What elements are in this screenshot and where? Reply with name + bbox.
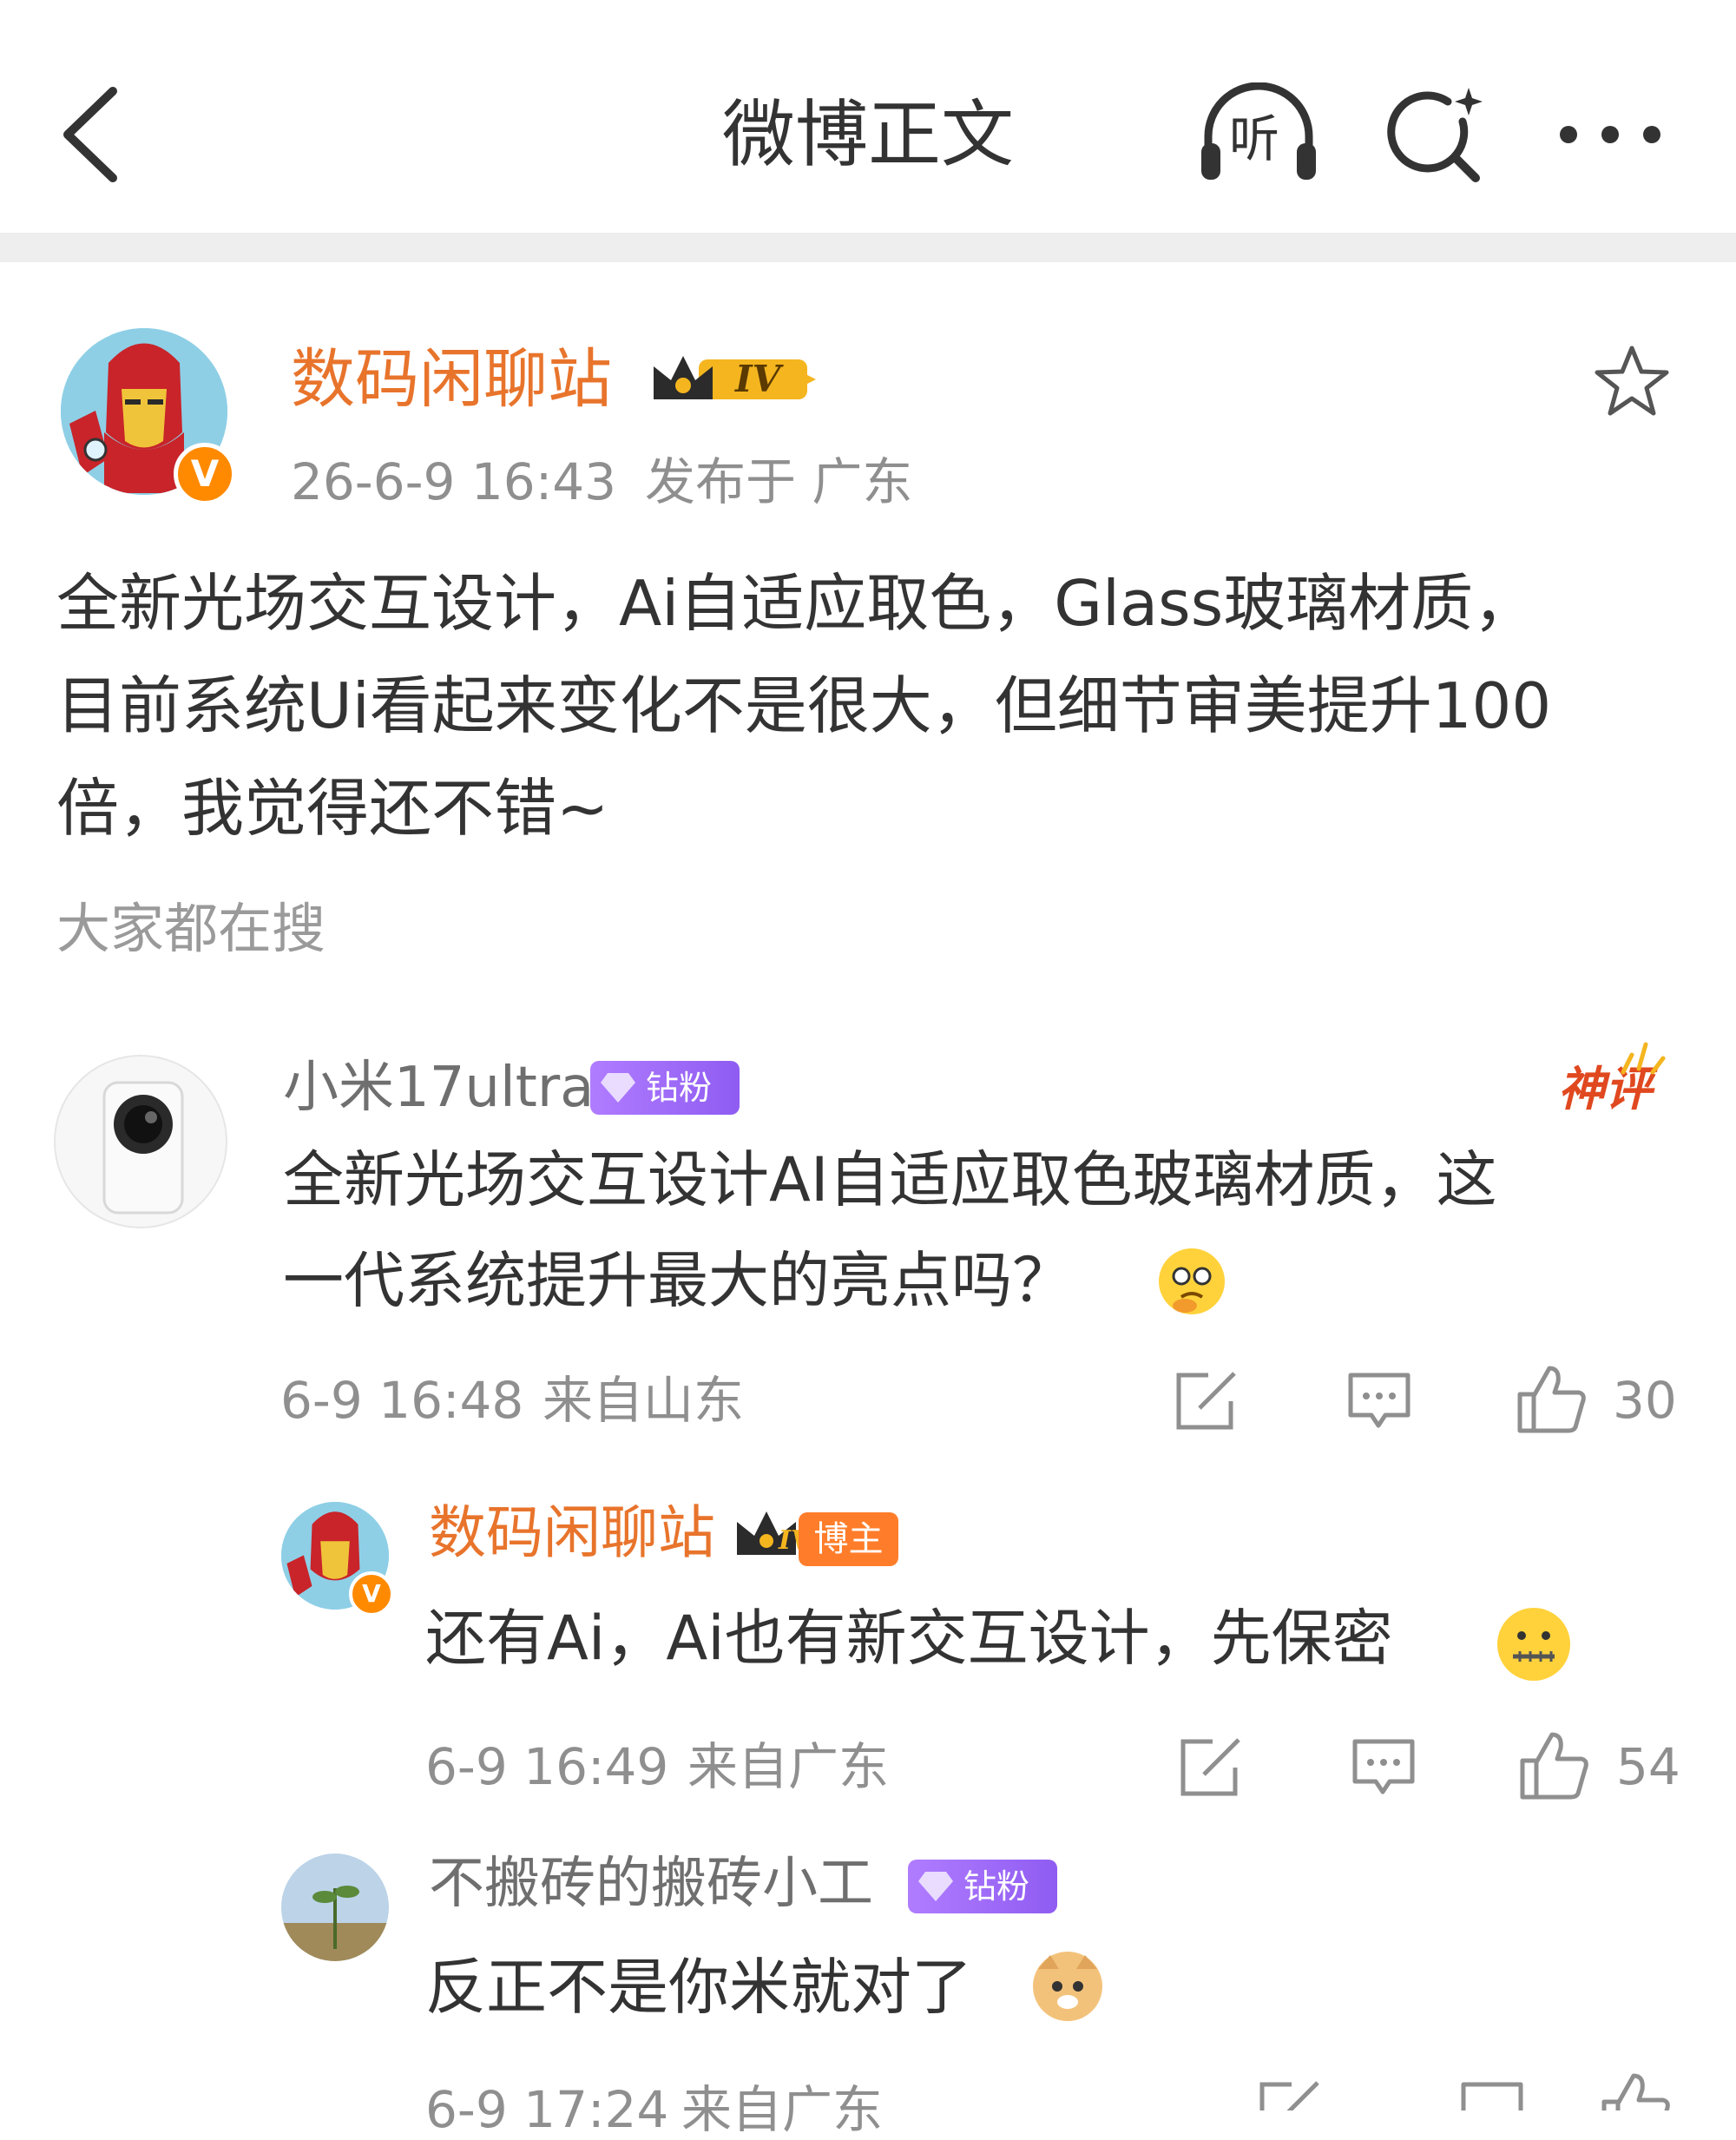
comment-time: 6-9 16:48 [280, 1371, 524, 1430]
post-author-name[interactable]: 数码闲聊站 [291, 340, 612, 418]
reply-like-button[interactable] [1599, 2071, 1672, 2110]
comment-text-line-2: 一代系统提升最大的亮点吗？ [283, 1245, 1073, 1316]
reply-comment-button[interactable] [1350, 1736, 1417, 1799]
reply-repost-button[interactable] [1257, 2079, 1325, 2110]
favorite-button[interactable] [1593, 343, 1671, 421]
like-count: 30 [1613, 1371, 1677, 1430]
comment-avatar[interactable] [54, 1055, 227, 1228]
comment-text-line-1: 全新光场交互设计AI自适应取色玻璃材质，这 [283, 1144, 1497, 1215]
header-divider [0, 233, 1736, 262]
more-dots-icon [1560, 126, 1660, 143]
post-timestamp: 26-6-9 16:43 [291, 452, 617, 511]
post-content-line-1: 全新光场交互设计，Ai自适应取色，Glass玻璃材质， [56, 567, 1536, 640]
trending-search-label[interactable]: 大家都在搜 [56, 894, 326, 964]
reply-location: 来自广东 [681, 2080, 884, 2139]
comment-icon [1352, 1739, 1415, 1794]
reply-text: 还有Ai，Ai也有新交互设计，先保密 [425, 1603, 1393, 1674]
reply-time: 6-9 16:49 [425, 1737, 669, 1796]
listen-button[interactable]: 听 [1189, 82, 1328, 187]
diamond-icon [601, 1073, 635, 1103]
crown-level-text: IV [735, 358, 781, 400]
post-content-line-3: 倍，我觉得还不错~ [56, 772, 609, 845]
post-content-line-2: 目前系统Ui看起来变化不是很大，但细节审美提升100 [56, 669, 1552, 742]
blogger-badge: 博主 [799, 1512, 898, 1566]
star-icon [1595, 346, 1669, 416]
reply-author-name[interactable]: 不搬砖的搬砖小工 [429, 1849, 873, 1919]
fan-level-text: 钻粉2 [963, 1867, 1030, 1959]
fan-level-badge: 钻粉3 [590, 1061, 740, 1161]
fan-level-badge: 钻粉2 [908, 1860, 1057, 1959]
reply-comment-button[interactable] [1458, 2079, 1526, 2110]
comment-icon [1461, 2082, 1523, 2110]
reply-like-count: 54 [1616, 1737, 1680, 1796]
cat-emoji-icon [1033, 1952, 1102, 2021]
reply-like-button[interactable] [1517, 1729, 1590, 1801]
crown-level-badge: IV [647, 351, 820, 405]
post-location: 发布于 广东 [645, 452, 913, 511]
reply-avatar[interactable] [281, 1854, 389, 1961]
search-sparkle-icon [1387, 88, 1483, 182]
comment-author-name[interactable]: 小米17ultra [283, 1053, 594, 1123]
diamond-icon [918, 1872, 953, 1901]
share-icon [1180, 1738, 1240, 1796]
comment-location: 来自山东 [542, 1371, 745, 1430]
zipper-mouth-emoji-icon [1497, 1608, 1570, 1681]
top-bar: 微博正文 听 [0, 0, 1736, 233]
comment-icon [1348, 1373, 1410, 1428]
listen-label: 听 [1229, 109, 1280, 168]
reply-time: 6-9 17:24 [425, 2080, 669, 2139]
reply-repost-button[interactable] [1178, 1736, 1246, 1799]
thumbs-up-icon [1520, 1732, 1588, 1800]
more-button[interactable] [1545, 95, 1675, 174]
share-icon [1176, 1372, 1236, 1430]
reply-text: 反正不是你米就对了 [425, 1952, 972, 2023]
verified-badge: V [349, 1571, 394, 1617]
thinking-emoji-icon [1159, 1248, 1225, 1314]
sparkle-decoration-icon [1621, 1042, 1666, 1075]
search-button[interactable] [1380, 82, 1493, 187]
thumbs-up-icon [1517, 1366, 1586, 1433]
reply-location: 来自广东 [687, 1737, 890, 1796]
reply-author-name[interactable]: 数码闲聊站 [429, 1498, 715, 1568]
reply-button[interactable] [1345, 1370, 1413, 1432]
thumbs-up-icon [1601, 2073, 1670, 2110]
share-icon [1259, 2081, 1319, 2110]
like-button[interactable] [1515, 1363, 1588, 1434]
repost-button[interactable] [1174, 1370, 1241, 1432]
verified-badge: V [174, 443, 236, 505]
